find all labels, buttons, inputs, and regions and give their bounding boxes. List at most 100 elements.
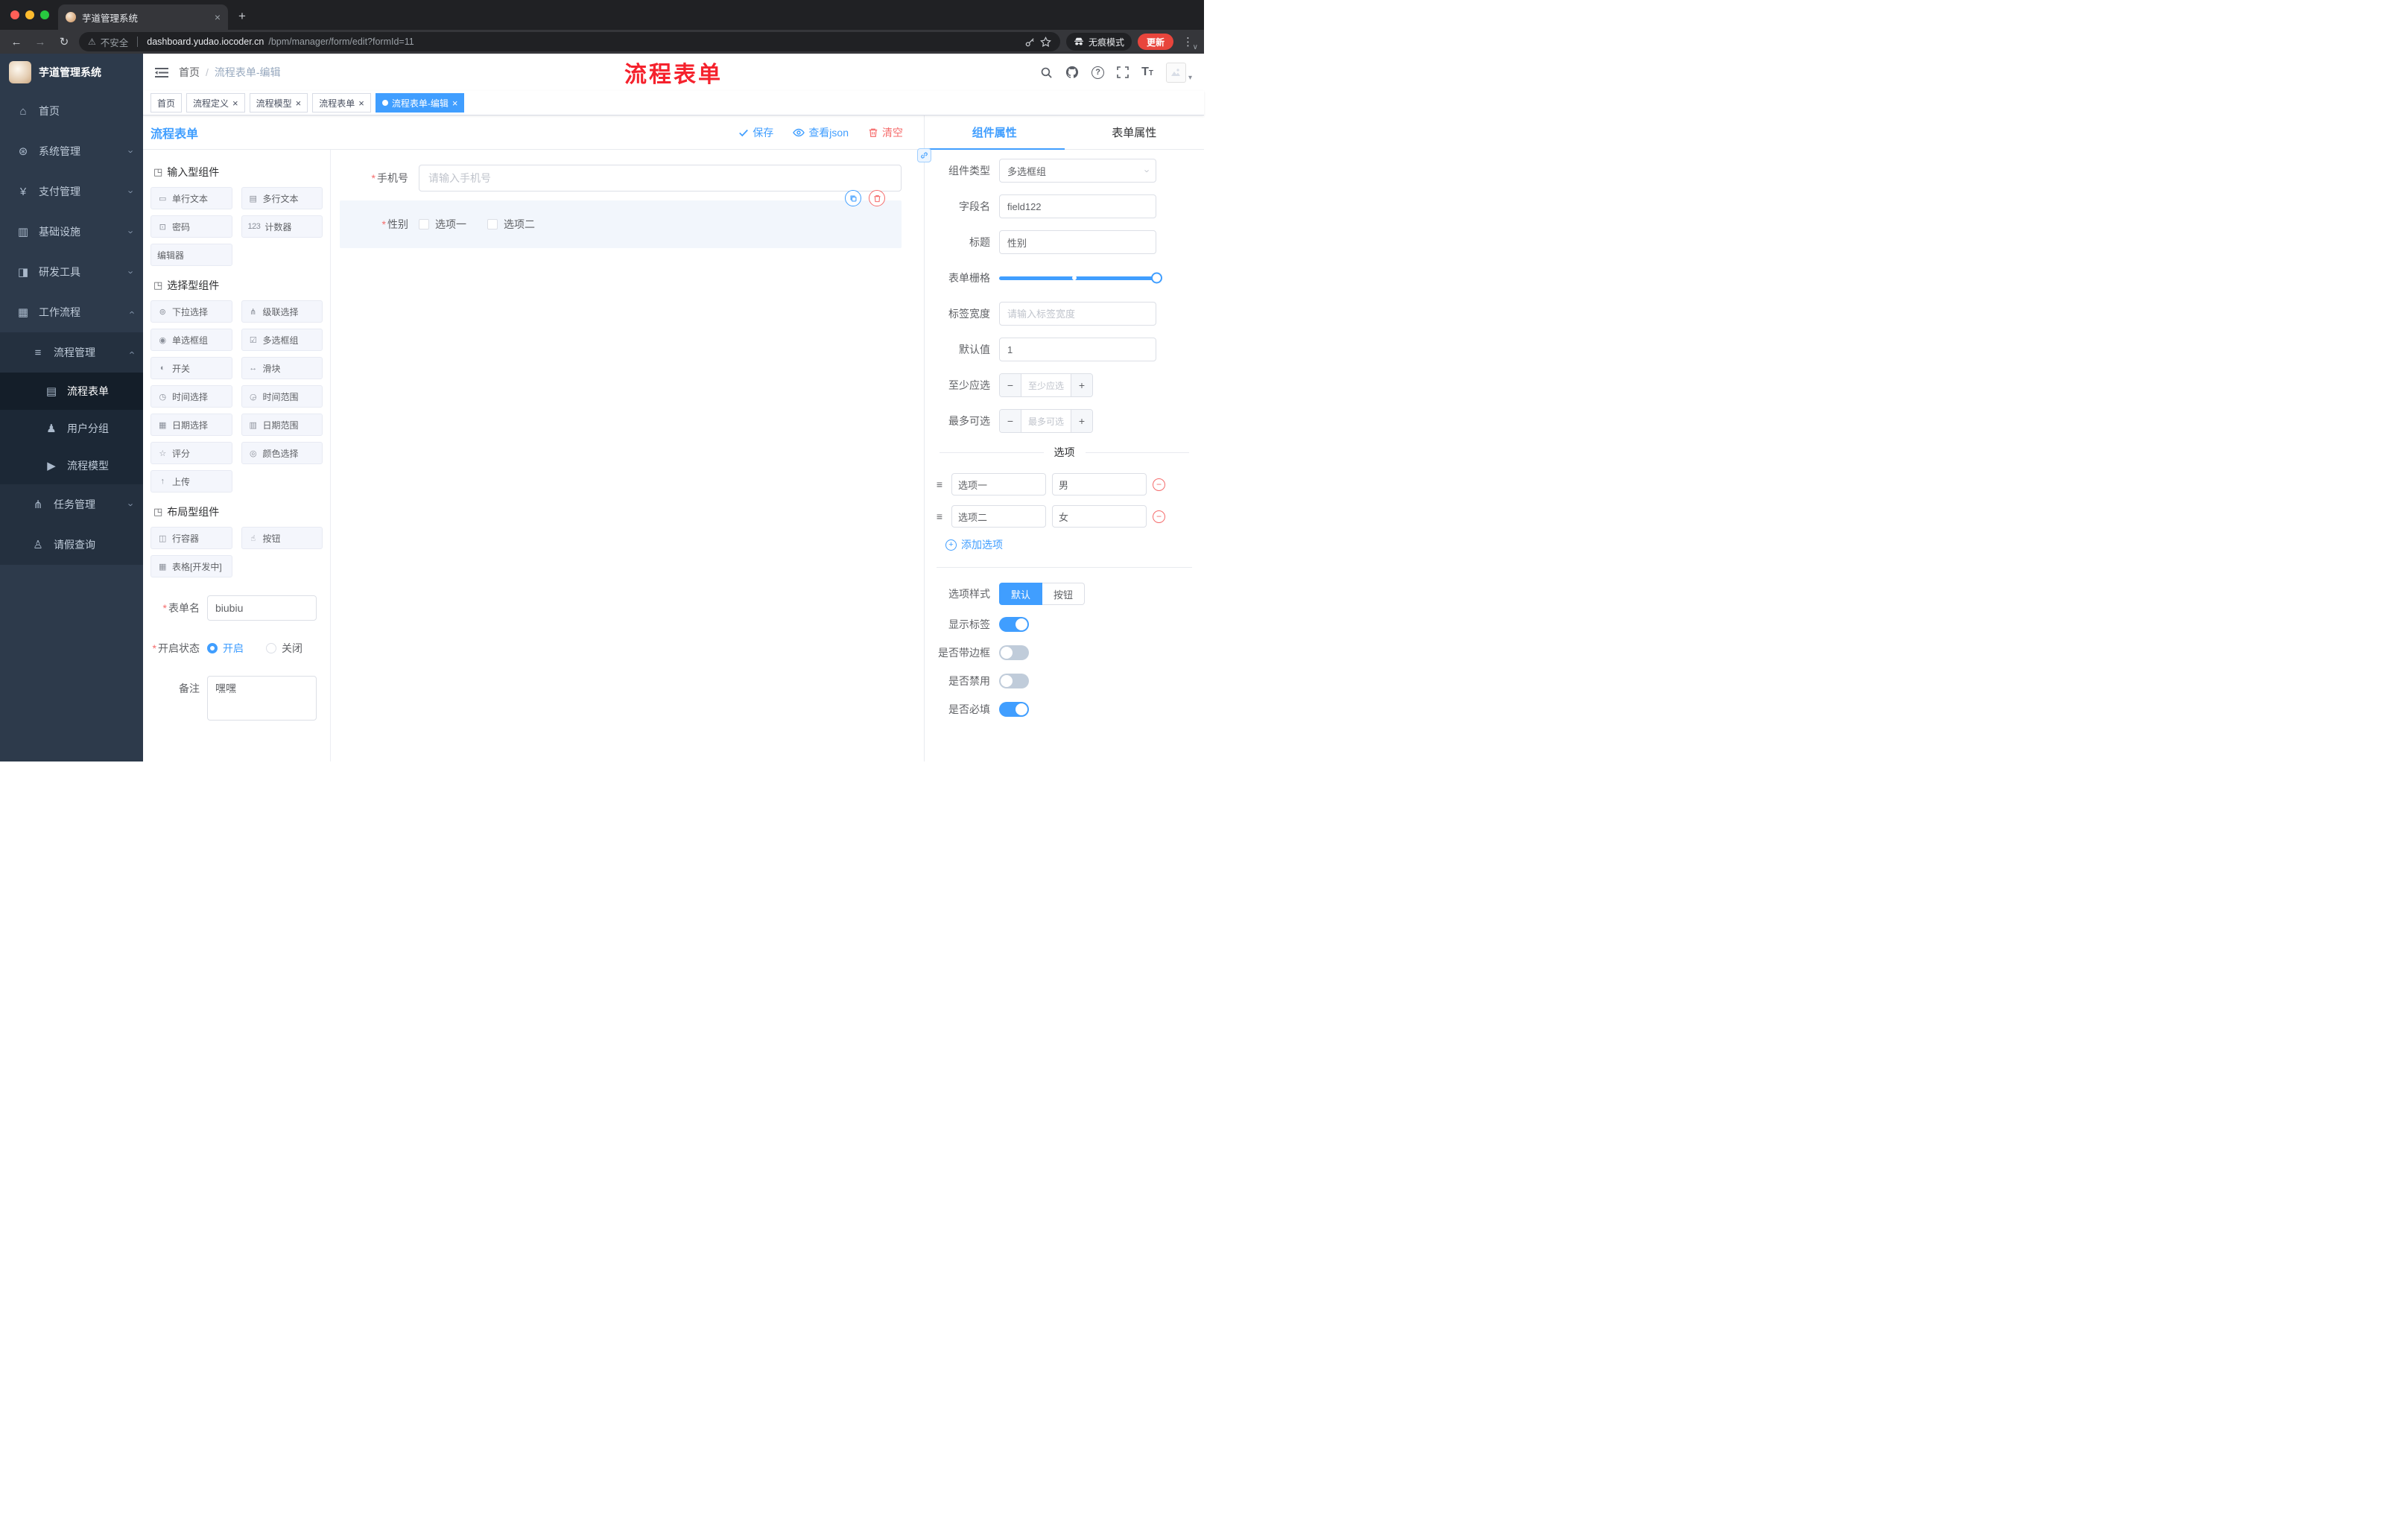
tag-home[interactable]: 首页 [150,93,183,113]
sidebar-item-workflow[interactable]: ▦ 工作流程 › [0,292,143,332]
sidebar-item-payment-management[interactable]: ¥ 支付管理 › [0,171,143,212]
view-json-button[interactable]: 查看json [793,125,849,140]
github-icon[interactable] [1065,66,1079,79]
address-bar[interactable]: ⚠ 不安全 dashboard.yudao.iocoder.cn /bpm/ma… [79,32,1060,51]
status-off-radio[interactable]: 关闭 [266,641,302,656]
palette-item-upload[interactable]: ↑ 上传 [150,470,232,493]
palette-item-color-picker[interactable]: ◎ 颜色选择 [241,442,323,464]
palette-item-button[interactable]: ☝ 按钮 [241,527,323,549]
window-minimize-button[interactable] [25,10,34,19]
remove-option-button[interactable]: − [1153,478,1165,491]
sidebar-item-system-management[interactable]: ⊛ 系统管理 › [0,131,143,171]
bookmark-star-icon[interactable] [1040,36,1051,48]
palette-item-date-picker[interactable]: ▦ 日期选择 [150,414,232,436]
tag-close-icon[interactable]: × [358,98,364,108]
tab-form-props[interactable]: 表单属性 [1065,115,1205,149]
slider-handle[interactable] [1151,272,1162,284]
hamburger-icon[interactable] [155,67,168,78]
palette-item-time-range[interactable]: ◶ 时间范围 [241,385,323,408]
font-size-icon[interactable]: TT [1141,66,1153,78]
min-select-value[interactable]: 至少应选 [1021,374,1071,396]
sidebar-item-home[interactable]: ⌂ 首页 [0,91,143,131]
option-2-name-input[interactable] [951,505,1046,528]
copy-component-button[interactable] [845,190,861,206]
palette-item-row-container[interactable]: ◫ 行容器 [150,527,232,549]
palette-item-rich-editor[interactable]: 编辑器 [150,244,232,266]
add-option-button[interactable]: + 添加选项 [945,537,1204,552]
selected-component-gender[interactable]: * 性别 选项一 选项二 [340,190,902,248]
palette-item-rate[interactable]: ☆ 评分 [150,442,232,464]
slider-track[interactable] [999,272,1162,284]
window-zoom-button[interactable] [40,10,49,19]
help-icon[interactable]: ? [1091,66,1105,79]
sidebar-item-process-management[interactable]: ≡ 流程管理 › [0,332,143,373]
palette-item-radio-group[interactable]: ◉ 单选框组 [150,329,232,351]
forward-button[interactable]: → [31,36,49,48]
default-value-input[interactable] [999,338,1156,361]
password-key-icon[interactable] [1024,37,1036,48]
tag-process-form[interactable]: 流程表单 × [312,93,371,113]
tag-process-form-edit[interactable]: 流程表单-编辑 × [375,93,465,113]
chrome-update-button[interactable]: 更新 [1137,34,1173,50]
reload-button[interactable]: ↻ [55,35,73,48]
save-button[interactable]: 保存 [738,125,773,140]
sidebar-item-leave-query[interactable]: ♙ 请假查询 [0,525,143,565]
palette-item-slider[interactable]: ↔ 滑块 [241,357,323,379]
sidebar-item-process-model[interactable]: ▶ 流程模型 [0,447,143,484]
clear-button[interactable]: 清空 [868,125,903,140]
show-label-switch[interactable] [999,617,1029,632]
option-1-value-input[interactable] [1052,473,1147,495]
palette-item-password[interactable]: ⊡ 密码 [150,215,232,238]
label-width-input[interactable] [999,302,1156,326]
tab-close-icon[interactable]: × [215,11,221,23]
max-select-value[interactable]: 最多可选 [1021,410,1071,432]
palette-item-date-range[interactable]: ▥ 日期范围 [241,414,323,436]
sidebar-item-task-management[interactable]: ⋔ 任务管理 › [0,484,143,525]
stepper-minus-button[interactable]: − [1000,410,1021,432]
fullscreen-icon[interactable] [1117,66,1129,78]
tag-close-icon[interactable]: × [452,98,458,108]
palette-item-time-picker[interactable]: ◷ 时间选择 [150,385,232,408]
stepper-plus-button[interactable]: + [1071,410,1092,432]
option-2-value-input[interactable] [1052,505,1147,528]
search-icon[interactable] [1040,66,1053,79]
new-tab-button[interactable]: + [238,9,246,24]
border-switch[interactable] [999,645,1029,660]
palette-item-table-dev[interactable]: ▦ 表格[开发中] [150,555,232,577]
gender-option-1-checkbox[interactable]: 选项一 [419,217,466,232]
drag-option-icon[interactable]: ≡ [934,478,945,490]
gender-option-2-checkbox[interactable]: 选项二 [487,217,535,232]
avatar[interactable] [1165,62,1186,83]
required-switch[interactable] [999,702,1029,717]
palette-item-switch[interactable]: ◐ 开关 [150,357,232,379]
title-input[interactable] [999,230,1156,254]
tab-component-props[interactable]: 组件属性 [925,115,1065,150]
tag-process-definition[interactable]: 流程定义 × [186,93,245,113]
phone-input[interactable] [419,165,902,191]
style-default-button[interactable]: 默认 [999,583,1043,605]
security-warning-icon[interactable]: ⚠ [88,37,96,47]
palette-item-select[interactable]: ⊚ 下拉选择 [150,300,232,323]
back-button[interactable]: ← [7,36,25,48]
palette-item-counter[interactable]: 123 计数器 [241,215,323,238]
sidebar-item-infrastructure[interactable]: ▥ 基础设施 › [0,212,143,252]
user-avatar-wrap[interactable]: ▾ [1165,62,1192,83]
remove-option-button[interactable]: − [1153,510,1165,523]
tag-close-icon[interactable]: × [296,98,302,108]
option-1-name-input[interactable] [951,473,1046,495]
drag-option-icon[interactable]: ≡ [934,510,945,522]
link-icon[interactable] [917,148,931,162]
sidebar-item-user-group[interactable]: ♟ 用户分组 [0,410,143,447]
form-grid-slider[interactable] [999,266,1162,290]
breadcrumb-home[interactable]: 首页 [179,65,200,80]
field-name-input[interactable] [999,194,1156,218]
disabled-switch[interactable] [999,674,1029,688]
browser-tab[interactable]: 芋道管理系统 × [58,4,228,30]
sidebar-item-process-form[interactable]: ▤ 流程表单 [0,373,143,410]
window-close-button[interactable] [10,10,19,19]
palette-item-checkbox-group[interactable]: ☑ 多选框组 [241,329,323,351]
palette-item-multi-line-text[interactable]: ▤ 多行文本 [241,187,323,209]
sidebar-item-dev-tools[interactable]: ◨ 研发工具 › [0,252,143,292]
tag-close-icon[interactable]: × [232,98,238,108]
style-button-button[interactable]: 按钮 [1042,583,1086,605]
